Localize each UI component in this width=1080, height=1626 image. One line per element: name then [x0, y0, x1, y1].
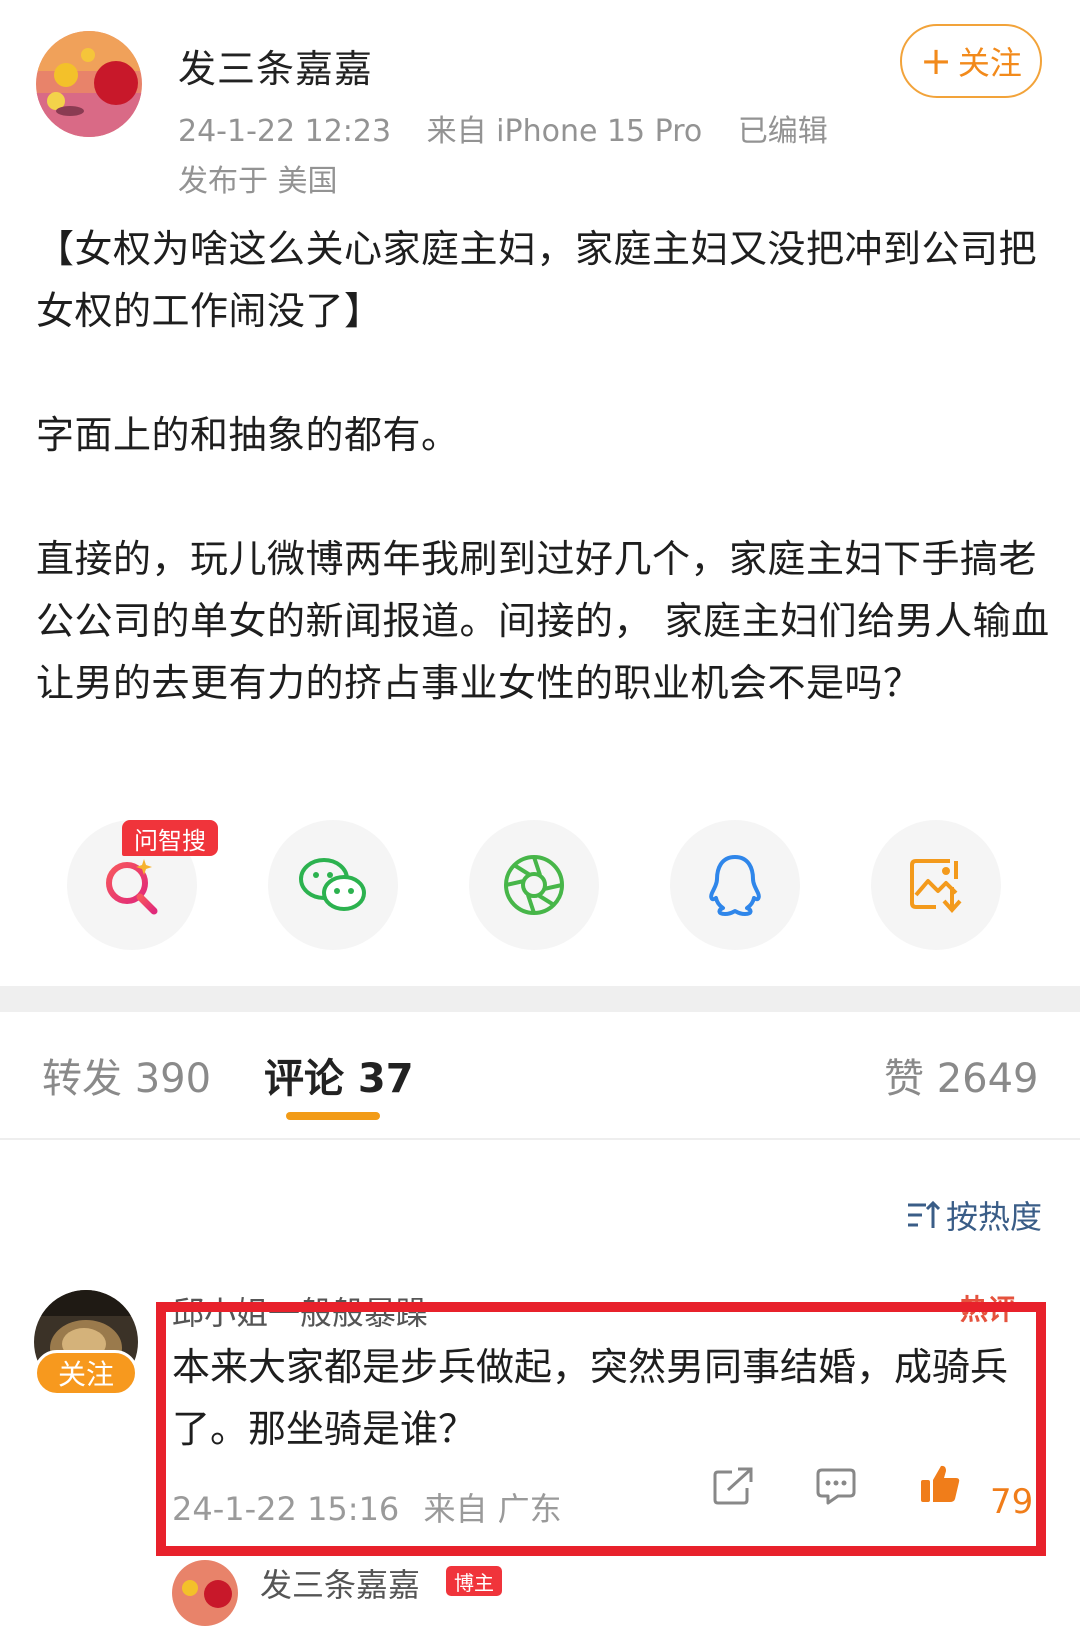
- post-paragraph: 【女权为啥这么关心家庭主妇，家庭主妇又没把冲到公司把女权的工作闹没了】: [36, 227, 1038, 333]
- post-source: 来自 iPhone 15 Pro: [426, 114, 703, 149]
- follow-button[interactable]: + 关注: [900, 24, 1042, 98]
- edited-label[interactable]: 已编辑: [738, 114, 828, 149]
- reply-avatar[interactable]: [172, 1560, 238, 1626]
- post-meta: 24-1-22 12:23 来自 iPhone 15 Pro 已编辑: [178, 106, 854, 150]
- post-paragraph: 直接的，玩儿微博两年我刷到过好几个，家庭主妇下手搞老公公司的单女的新闻报道。间接…: [36, 537, 1050, 705]
- tab-comments[interactable]: 评论 37: [264, 1046, 414, 1104]
- ai-search-icon: [106, 859, 158, 915]
- sort-selector[interactable]: 按热度: [906, 1192, 1042, 1238]
- author-avatar[interactable]: [36, 31, 142, 137]
- reply-author-name[interactable]: 发三条嘉嘉: [260, 1560, 420, 1606]
- highlight-annotation: [156, 1302, 1046, 1556]
- post-paragraph: 字面上的和抽象的都有。: [36, 413, 460, 457]
- tab-likes[interactable]: 赞 2649: [884, 1046, 1039, 1104]
- tabs-divider: [0, 1138, 1080, 1140]
- section-divider: [0, 986, 1080, 1012]
- qq-icon: [709, 855, 761, 916]
- save-image-icon: [910, 859, 962, 914]
- active-tab-indicator: [286, 1112, 380, 1120]
- author-name[interactable]: 发三条嘉嘉: [178, 38, 373, 93]
- share-wechat-button[interactable]: [268, 820, 398, 950]
- follow-label: 关注: [957, 44, 1022, 82]
- ai-search-badge: 问智搜: [122, 820, 218, 856]
- tab-repost[interactable]: 转发 390: [42, 1046, 211, 1104]
- commenter-follow-button[interactable]: 关注: [34, 1350, 138, 1396]
- ip-location: 发布于 美国: [178, 164, 338, 199]
- moments-icon: [504, 855, 564, 915]
- sort-icon: [908, 1200, 940, 1228]
- sort-label: 按热度: [946, 1198, 1043, 1236]
- author-badge: 博主: [446, 1566, 502, 1596]
- save-image-button[interactable]: [871, 820, 1001, 950]
- share-moments-button[interactable]: [469, 820, 599, 950]
- post-time: 24-1-22 12:23: [178, 114, 392, 149]
- share-qq-button[interactable]: [670, 820, 800, 950]
- post-body: 【女权为啥这么关心家庭主妇，家庭主妇又没把冲到公司把女权的工作闹没了】 字面上的…: [36, 218, 1056, 714]
- plus-icon: +: [920, 39, 952, 83]
- wechat-icon: [299, 858, 366, 911]
